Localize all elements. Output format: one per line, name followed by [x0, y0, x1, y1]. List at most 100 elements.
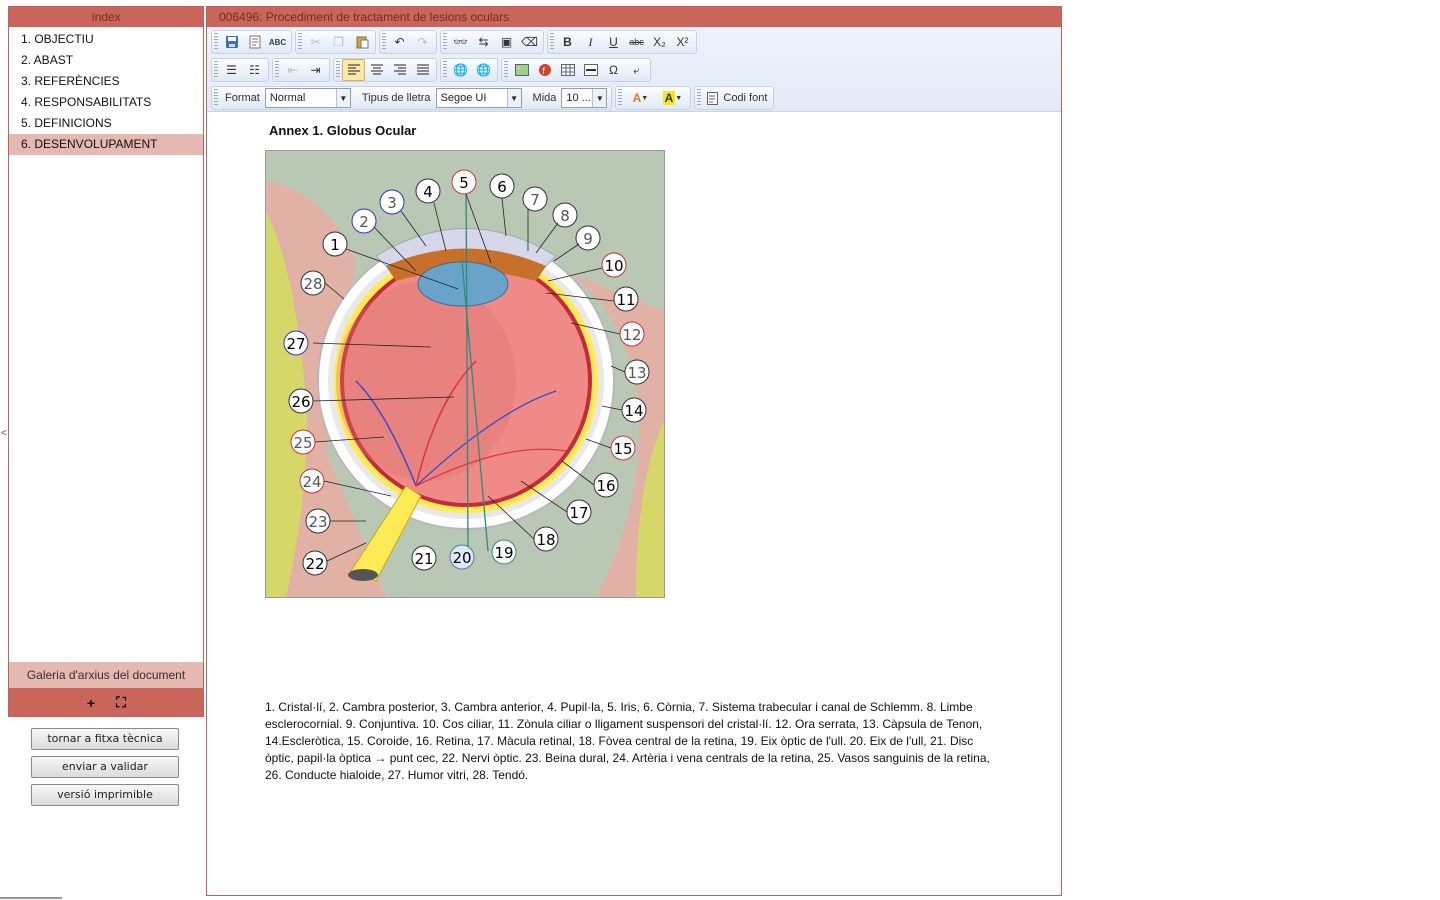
indent-group: ⇤ ⇥	[272, 58, 330, 82]
grip-icon[interactable]	[336, 61, 340, 79]
grip-icon[interactable]	[214, 61, 218, 79]
grip-icon[interactable]	[443, 61, 447, 79]
template-icon[interactable]	[243, 31, 266, 53]
toolbar-row-2: ☰ ☷ ⇤ ⇥ 🌐 🌐 f Ω ⤶	[211, 57, 654, 83]
align-right-icon[interactable]	[388, 59, 411, 81]
format-value: Normal	[269, 92, 306, 104]
label-9: 9	[583, 230, 593, 248]
table-icon[interactable]	[556, 59, 579, 81]
printable-version-button[interactable]: versió imprimible	[31, 784, 179, 806]
eyeball-diagram[interactable]: 1 2 3 4 5 6 7 8 9 10 11 12 13 14 15 16 1	[265, 150, 665, 598]
special-char-icon[interactable]: Ω	[602, 59, 625, 81]
outdent-icon[interactable]: ⇤	[281, 59, 304, 81]
send-to-validate-button[interactable]: enviar a validar	[31, 756, 179, 778]
collapse-panel-icon[interactable]: <	[1, 428, 7, 439]
index-item-objectiu[interactable]: 1. OBJECTIU	[9, 29, 203, 50]
index-item-definicions[interactable]: 5. DEFINICIONS	[9, 113, 203, 134]
list-group: ☰ ☷	[211, 58, 269, 82]
superscript-icon[interactable]: X²	[671, 31, 694, 53]
cut-icon[interactable]: ✂	[304, 31, 327, 53]
label-23: 23	[308, 513, 327, 531]
align-center-icon[interactable]	[365, 59, 388, 81]
legend-text: 1. Cristal·lí, 2. Cambra posterior, 3. C…	[265, 700, 990, 782]
label-25: 25	[293, 434, 312, 452]
editor-panel: 006496: Procediment de tractament de les…	[206, 6, 1062, 896]
select-all-icon[interactable]: ▣	[495, 31, 518, 53]
document-title: 006496: Procediment de tractament de les…	[207, 7, 1061, 27]
copy-icon[interactable]: ❐	[327, 31, 350, 53]
font-size-value: 10 ...	[566, 92, 591, 104]
justify-icon[interactable]	[411, 59, 434, 81]
label-21: 21	[414, 550, 433, 568]
save-icon[interactable]	[220, 31, 243, 53]
label-2: 2	[359, 213, 369, 231]
strikethrough-icon[interactable]: abc	[625, 31, 648, 53]
font-size-select[interactable]: 10 ... ▼	[561, 88, 608, 108]
paste-icon[interactable]	[350, 31, 373, 53]
gallery-title[interactable]: Galeria d'arxius del document	[9, 662, 203, 688]
find-group: 👓 ⇆ ▣ ⌫	[440, 30, 544, 54]
eyeball-illustration: 1 2 3 4 5 6 7 8 9 10 11 12 13 14 15 16 1	[266, 151, 664, 597]
label-14: 14	[624, 402, 643, 420]
style-group: B I U abc X₂ X²	[547, 30, 697, 54]
align-left-icon[interactable]	[342, 59, 365, 81]
numbered-list-icon[interactable]: ☰	[220, 59, 243, 81]
image-icon[interactable]	[510, 59, 533, 81]
color-group: A ▼ A ▼	[615, 86, 692, 110]
grip-icon[interactable]	[214, 33, 218, 51]
horizontal-rule-icon[interactable]	[579, 59, 602, 81]
label-5: 5	[459, 174, 469, 192]
indent-icon[interactable]: ⇥	[304, 59, 327, 81]
label-18: 18	[536, 531, 555, 549]
index-item-responsabilitats[interactable]: 4. RESPONSABILITATS	[9, 92, 203, 113]
font-color-icon[interactable]: A ▼	[624, 87, 656, 109]
back-to-sheet-button[interactable]: tornar a fitxa tècnica	[31, 728, 179, 750]
font-family-select[interactable]: Segoe UI ▼	[435, 88, 522, 108]
add-icon[interactable]: +	[83, 695, 99, 711]
grip-icon[interactable]	[275, 61, 279, 79]
highlight-color-icon[interactable]: A ▼	[656, 87, 688, 109]
font-size-label: Mida	[532, 92, 557, 104]
label-10: 10	[604, 257, 623, 275]
grip-icon[interactable]	[214, 89, 218, 107]
index-item-abast[interactable]: 2. ABAST	[9, 50, 203, 71]
index-item-desenvolupament[interactable]: 6. DESENVOLUPAMENT	[9, 134, 203, 155]
bold-icon[interactable]: B	[556, 31, 579, 53]
editor-content[interactable]: Annex 1. Globus Ocular 1 2 3 4 5 6 7 8 9…	[207, 113, 1061, 895]
divider	[0, 897, 62, 899]
toolbar-row-1: ABC ✂ ❐ ↶ ↷ 👓 ⇆ ▣ ⌫ B I U abc X₂ X²	[211, 29, 700, 55]
underline-icon[interactable]: U	[602, 31, 625, 53]
index-item-referencies[interactable]: 3. REFERÈNCIES	[9, 71, 203, 92]
grip-icon[interactable]	[382, 33, 386, 51]
align-group	[333, 58, 437, 82]
find-icon[interactable]: 👓	[449, 31, 472, 53]
italic-icon[interactable]: I	[579, 31, 602, 53]
link-icon[interactable]: 🌐	[449, 59, 472, 81]
grip-icon[interactable]	[618, 89, 623, 107]
source-code-button[interactable]: Codi font	[703, 87, 771, 109]
replace-icon[interactable]: ⇆	[472, 31, 495, 53]
bullet-list-icon[interactable]: ☷	[243, 59, 266, 81]
index-list: 1. OBJECTIU 2. ABAST 3. REFERÈNCIES 4. R…	[9, 27, 203, 155]
format-label: Format	[225, 92, 260, 104]
undo-icon[interactable]: ↶	[388, 31, 411, 53]
format-select[interactable]: Normal ▼	[264, 88, 351, 108]
eraser-icon[interactable]: ⌫	[518, 31, 541, 53]
grip-icon[interactable]	[443, 33, 447, 51]
expand-icon[interactable]: ⛶	[113, 694, 129, 711]
label-8: 8	[560, 207, 570, 225]
redo-icon[interactable]: ↷	[411, 31, 434, 53]
page-break-icon[interactable]: ⤶	[625, 59, 648, 81]
spellcheck-icon[interactable]: ABC	[266, 31, 289, 53]
flash-icon[interactable]: f	[533, 59, 556, 81]
chevron-down-icon: ▼	[592, 89, 607, 107]
label-26: 26	[291, 393, 310, 411]
grip-icon[interactable]	[298, 33, 302, 51]
grip-icon[interactable]	[504, 61, 508, 79]
font-family-value: Segoe UI	[440, 92, 487, 104]
label-15: 15	[613, 440, 632, 458]
subscript-icon[interactable]: X₂	[648, 31, 671, 53]
grip-icon[interactable]	[550, 33, 554, 51]
unlink-icon[interactable]: 🌐	[472, 59, 495, 81]
grip-icon[interactable]	[697, 89, 702, 107]
